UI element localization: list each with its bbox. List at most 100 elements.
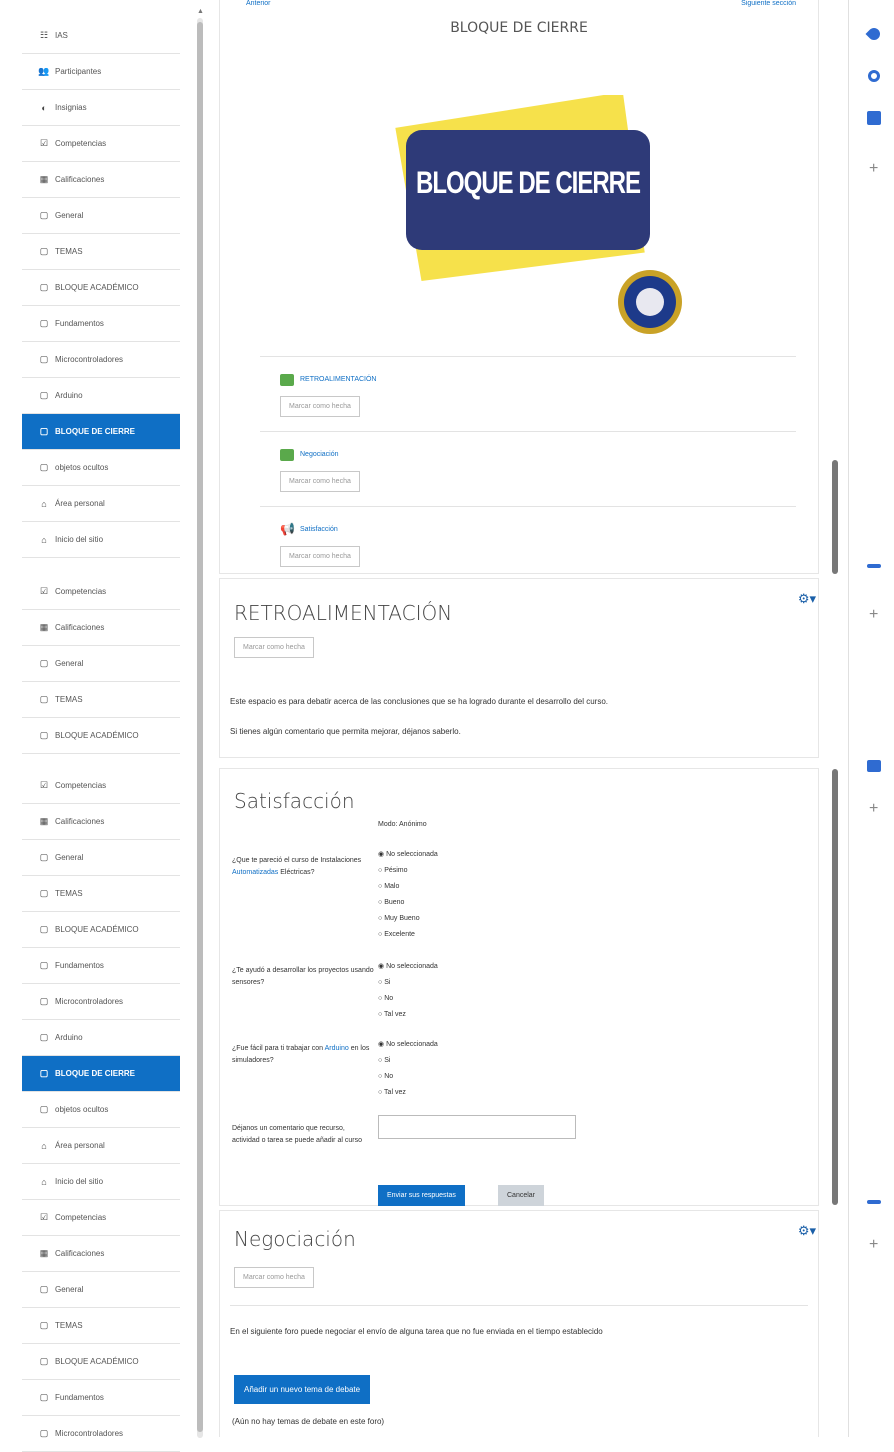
nav-label: Competencias — [55, 139, 107, 148]
activity-link[interactable]: Negociación — [300, 451, 339, 458]
nav-item[interactable]: ▢ General — [22, 646, 180, 682]
nav-item[interactable]: ▢ BLOQUE ACADÉMICO — [22, 718, 180, 754]
mark-done-button[interactable]: Marcar como hecha — [234, 637, 314, 658]
nav-item[interactable]: ⌂ Área personal — [22, 486, 180, 522]
nav-label: Calificaciones — [55, 817, 105, 826]
nav-item[interactable]: ◐ Insignias — [22, 90, 180, 126]
nav-item[interactable]: ▢ BLOQUE ACADÉMICO — [22, 270, 180, 306]
nav-icon: ▢ — [39, 426, 49, 436]
nav-item[interactable]: ▦ Calificaciones — [22, 804, 180, 840]
nav-item[interactable]: ▢ objetos ocultos — [22, 450, 180, 486]
mark-done-button[interactable]: Marcar como hecha — [280, 471, 360, 492]
main-scrollbar[interactable] — [832, 769, 838, 1205]
nav-item[interactable]: ⌂ Área personal — [22, 1128, 180, 1164]
nav-item[interactable]: ▢ TEMAS — [22, 234, 180, 270]
nav-item[interactable]: ▢ General — [22, 840, 180, 876]
add-discussion-button[interactable]: Añadir un nuevo tema de debate — [234, 1375, 371, 1404]
nav-label: Fundamentos — [55, 319, 104, 328]
outlook-icon[interactable] — [867, 760, 881, 772]
nav-item[interactable]: ▦ Calificaciones — [22, 1236, 180, 1272]
nav-item[interactable]: ☑ Competencias — [22, 574, 180, 610]
question-1: ¿Que te pareció el curso de Instalacione… — [232, 855, 368, 879]
nav-item[interactable]: ▢ TEMAS — [22, 876, 180, 912]
nav-item[interactable]: ☷ IAS — [22, 18, 180, 54]
forum-icon — [280, 449, 294, 461]
nav-item[interactable]: ▢ BLOQUE DE CIERRE — [22, 1056, 180, 1092]
nav-item[interactable]: ⌂ Inicio del sitio — [22, 1164, 180, 1200]
cancel-button[interactable]: Cancelar — [498, 1185, 545, 1206]
nav-item[interactable]: ▢ General — [22, 1272, 180, 1308]
glossary-link[interactable]: Arduino — [325, 1045, 349, 1052]
nego-paragraph: En el siguiente foro puede negociar el e… — [230, 1327, 603, 1336]
nav-label: objetos ocultos — [55, 463, 109, 472]
radio-option[interactable]: ○ Pésimo — [378, 863, 438, 879]
activity-link[interactable]: Satisfacción — [300, 526, 338, 533]
plus-icon[interactable]: + — [869, 800, 878, 818]
nav-item[interactable]: ▢ TEMAS — [22, 1308, 180, 1344]
nav-icon: ▢ — [39, 462, 49, 472]
radio-option[interactable]: ○ Malo — [378, 879, 438, 895]
radio-option[interactable]: ○ No — [378, 1069, 438, 1085]
nav-item[interactable]: 👥 Participantes — [22, 54, 180, 90]
gear-icon[interactable]: ⚙▾ — [798, 591, 816, 607]
plus-icon[interactable]: + — [869, 1236, 878, 1254]
radio-option[interactable]: ○ Excelente — [378, 927, 438, 943]
nav-scrollbar-thumb[interactable] — [197, 22, 203, 1432]
nav-item[interactable]: ▢ TEMAS — [22, 682, 180, 718]
office-icon[interactable] — [868, 70, 880, 82]
comment-input[interactable] — [378, 1115, 576, 1139]
copilot-icon[interactable] — [865, 25, 883, 43]
radio-option[interactable]: ○ Bueno — [378, 895, 438, 911]
radio-option[interactable]: ◉ No seleccionada — [378, 959, 438, 975]
plus-icon[interactable]: + — [869, 160, 878, 178]
nav-item[interactable]: ▢ Arduino — [22, 1020, 180, 1056]
radio-option[interactable]: ◉ No seleccionada — [378, 1037, 438, 1053]
nav-item[interactable]: ▢ Fundamentos — [22, 948, 180, 984]
radio-option[interactable]: ○ Muy Bueno — [378, 911, 438, 927]
nav-item[interactable]: ☑ Competencias — [22, 126, 180, 162]
next-section-link[interactable]: Siguiente sección — [741, 0, 796, 7]
nav-item[interactable]: ▢ Arduino — [22, 378, 180, 414]
nav-item[interactable]: ▢ objetos ocultos — [22, 1092, 180, 1128]
radio-option[interactable]: ○ Tal vez — [378, 1007, 438, 1023]
mark-done-button[interactable]: Marcar como hecha — [280, 396, 360, 417]
nav-item[interactable]: ▢ Microcontroladores — [22, 984, 180, 1020]
nav-icon: ▢ — [39, 888, 49, 898]
radio-option[interactable]: ○ Si — [378, 975, 438, 991]
divider — [230, 1305, 808, 1306]
nav-item[interactable]: ▢ General — [22, 198, 180, 234]
scroll-up-arrow[interactable]: ▲ — [197, 8, 204, 15]
nav-item[interactable]: ▢ BLOQUE ACADÉMICO — [22, 912, 180, 948]
radio-option[interactable]: ◉ No seleccionada — [378, 847, 438, 863]
nav-item[interactable]: ▢ BLOQUE ACADÉMICO — [22, 1344, 180, 1380]
nav-item[interactable]: ☑ Competencias — [22, 768, 180, 804]
plus-icon[interactable]: + — [869, 606, 878, 624]
radio-option[interactable]: ○ Tal vez — [378, 1085, 438, 1101]
nav-item[interactable]: ☑ Competencias — [22, 1200, 180, 1236]
nav-item[interactable]: ⌂ Inicio del sitio — [22, 522, 180, 558]
activity-item: 📢 Satisfacción Marcar como hecha — [260, 506, 796, 581]
mark-done-button[interactable]: Marcar como hecha — [234, 1267, 314, 1288]
nav-item[interactable]: ▢ Microcontroladores — [22, 342, 180, 378]
nav-item[interactable]: ▦ Calificaciones — [22, 162, 180, 198]
radio-option[interactable]: ○ No — [378, 991, 438, 1007]
radio-option[interactable]: ○ Si — [378, 1053, 438, 1069]
minus-icon[interactable] — [867, 564, 881, 568]
nav-item[interactable]: ▢ Fundamentos — [22, 306, 180, 342]
minus-icon[interactable] — [867, 1200, 881, 1204]
outlook-icon[interactable] — [867, 111, 881, 125]
prev-section-link[interactable]: Anterior — [246, 0, 271, 7]
mark-done-button[interactable]: Marcar como hecha — [280, 546, 360, 567]
nav-item[interactable]: ▢ Fundamentos — [22, 1380, 180, 1416]
main-scrollbar[interactable] — [832, 460, 838, 574]
nav-item[interactable]: ▢ Microcontroladores — [22, 1416, 180, 1452]
nav-label: Arduino — [55, 1033, 83, 1042]
nav-item[interactable]: ▢ BLOQUE DE CIERRE — [22, 414, 180, 450]
submit-button[interactable]: Enviar sus respuestas — [378, 1185, 465, 1206]
nav-item[interactable]: ▦ Calificaciones — [22, 610, 180, 646]
course-nav-3: ☑ Competencias ▦ Calificaciones ▢ General ▢ TEM… — [22, 768, 180, 1452]
gear-icon[interactable]: ⚙▾ — [798, 1223, 816, 1239]
glossary-link[interactable]: Automatizadas — [232, 869, 278, 876]
activity-link[interactable]: RETROALIMENTACIÓN — [300, 376, 377, 383]
nav-label: TEMAS — [55, 247, 83, 256]
